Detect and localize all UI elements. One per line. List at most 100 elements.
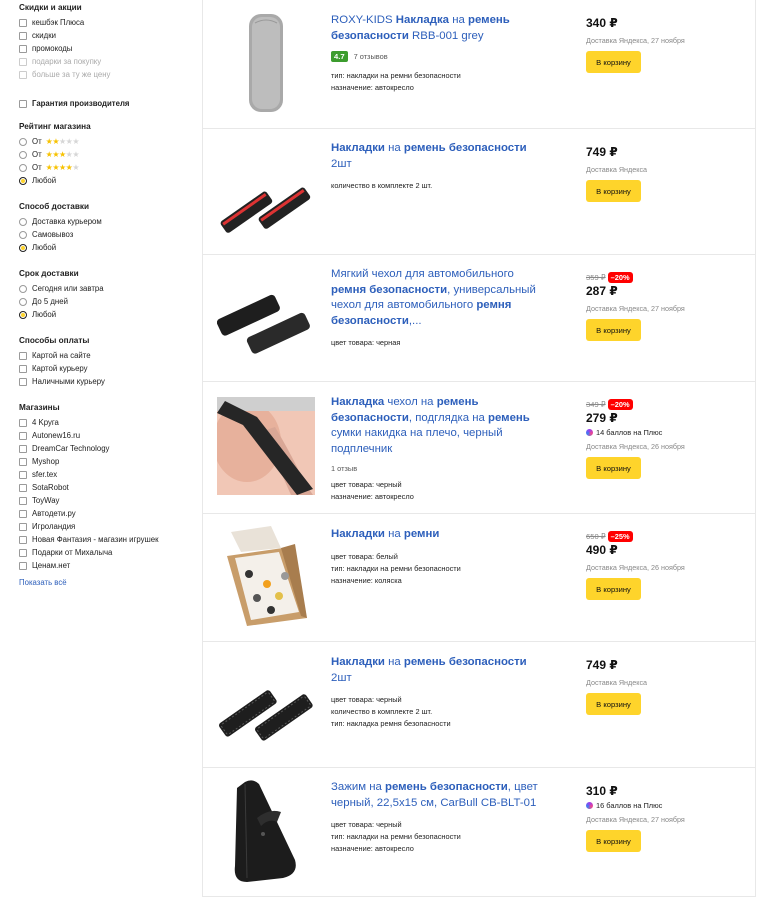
checkbox-box[interactable] <box>19 548 27 557</box>
title-keyword[interactable]: Накладки <box>331 142 385 154</box>
add-to-cart-button[interactable]: В корзину <box>586 693 641 715</box>
title-keyword[interactable]: Накладки <box>331 528 385 540</box>
radio-rating-3[interactable]: От ★★★★★ <box>19 148 199 161</box>
product-title-link[interactable]: Мягкий чехол для автомобильного ремня бе… <box>331 267 546 329</box>
checkbox-box[interactable] <box>19 377 27 386</box>
product-image[interactable] <box>217 654 317 756</box>
add-to-cart-button[interactable]: В корзину <box>586 319 641 341</box>
title-keyword[interactable]: Накладка <box>396 14 449 26</box>
radio-circle-selected[interactable] <box>19 176 27 185</box>
product-image[interactable] <box>217 11 317 115</box>
title-text[interactable]: на <box>385 528 404 540</box>
radio-rating-any[interactable]: Любой <box>19 174 199 187</box>
radio-today-tomorrow[interactable]: Сегодня или завтра <box>19 282 199 295</box>
add-to-cart-button[interactable]: В корзину <box>586 457 641 479</box>
radio-rating-2[interactable]: От ★★★★★ <box>19 135 199 148</box>
checkbox-shop[interactable]: sfer.tex <box>19 468 199 481</box>
product-image[interactable] <box>217 267 317 369</box>
checkbox-shop[interactable]: Myshop <box>19 455 199 468</box>
radio-circle-selected[interactable] <box>19 243 27 252</box>
product-title-link[interactable]: Накладки на ремни <box>331 527 546 543</box>
radio-circle[interactable] <box>19 163 27 172</box>
reviews-count-link[interactable]: 1 отзыв <box>331 464 546 473</box>
title-text[interactable]: на <box>385 142 404 154</box>
checkbox-cashback[interactable]: кешбэк Плюса <box>19 16 199 29</box>
title-keyword[interactable]: ремни <box>404 528 439 540</box>
radio-pickup[interactable]: Самовывоз <box>19 228 199 241</box>
radio-circle[interactable] <box>19 297 27 306</box>
title-text[interactable]: чехол на <box>384 396 436 408</box>
radio-circle[interactable] <box>19 217 27 226</box>
title-text[interactable]: RBB-001 grey <box>409 30 484 42</box>
radio-circle[interactable] <box>19 230 27 239</box>
title-keyword[interactable]: ремень <box>488 412 530 424</box>
checkbox-box[interactable] <box>19 509 27 518</box>
title-keyword[interactable]: ремень безопасности <box>404 656 527 668</box>
checkbox-box[interactable] <box>19 535 27 544</box>
checkbox-box[interactable] <box>19 418 27 427</box>
checkbox-shop[interactable]: DreamCar Technology <box>19 442 199 455</box>
checkbox-shop[interactable]: Автодети.ру <box>19 507 199 520</box>
title-text[interactable]: 2шт <box>331 158 352 170</box>
checkbox-warranty[interactable]: Гарантия производителя <box>19 97 199 110</box>
title-text[interactable]: 2шт <box>331 672 352 684</box>
title-text[interactable]: Зажим на <box>331 781 385 793</box>
add-to-cart-button[interactable]: В корзину <box>586 180 641 202</box>
product-image[interactable] <box>217 141 317 243</box>
add-to-cart-button[interactable]: В корзину <box>586 51 641 73</box>
product-title-link[interactable]: Накладки на ремень безопасности 2шт <box>331 141 546 172</box>
product-title-link[interactable]: Зажим на ремень безопасности, цвет черны… <box>331 780 546 811</box>
checkbox-box[interactable] <box>19 351 27 360</box>
radio-delivery-any[interactable]: Любой <box>19 241 199 254</box>
product-image[interactable] <box>217 778 317 884</box>
checkbox-shop[interactable]: Autonew16.ru <box>19 429 199 442</box>
title-keyword[interactable]: ремень безопасности <box>404 142 527 154</box>
checkbox-box[interactable] <box>19 457 27 466</box>
title-text[interactable]: Мягкий чехол для автомобильного <box>331 268 514 280</box>
checkbox-box[interactable] <box>19 561 27 570</box>
checkbox-shop[interactable]: Ценам.нет <box>19 559 199 572</box>
checkbox-shop[interactable]: ToyWay <box>19 494 199 507</box>
checkbox-box[interactable] <box>19 431 27 440</box>
checkbox-shop[interactable]: Игроландия <box>19 520 199 533</box>
title-keyword[interactable]: Накладка <box>331 396 384 408</box>
checkbox-box[interactable] <box>19 483 27 492</box>
radio-circle[interactable] <box>19 137 27 146</box>
product-title-link[interactable]: Накладка чехол на ремень безопасности, п… <box>331 395 546 457</box>
checkbox-shop[interactable]: Новая Фантазия - магазин игрушек <box>19 533 199 546</box>
title-keyword[interactable]: Накладки <box>331 656 385 668</box>
checkbox-shop[interactable]: 4 Kруга <box>19 416 199 429</box>
radio-5-days[interactable]: До 5 дней <box>19 295 199 308</box>
add-to-cart-button[interactable]: В корзину <box>586 578 641 600</box>
title-text[interactable]: ,... <box>409 315 422 327</box>
checkbox-box[interactable] <box>19 444 27 453</box>
checkbox-box[interactable] <box>19 364 27 373</box>
radio-circle-selected[interactable] <box>19 310 27 319</box>
checkbox-shop[interactable]: SotaRobot <box>19 481 199 494</box>
title-text[interactable]: , подглядка на <box>409 412 488 424</box>
checkbox-card-online[interactable]: Картой на сайте <box>19 349 199 362</box>
checkbox-box[interactable] <box>19 496 27 505</box>
checkbox-box[interactable] <box>19 99 27 108</box>
product-title-link[interactable]: ROXY-KIDS Накладка на ремень безопасност… <box>331 13 546 44</box>
radio-rating-4[interactable]: От ★★★★★ <box>19 161 199 174</box>
checkbox-promocodes[interactable]: промокоды <box>19 42 199 55</box>
checkbox-discounts[interactable]: скидки <box>19 29 199 42</box>
title-text[interactable]: сумки накидка на плечо, черный подплечни… <box>331 427 503 455</box>
title-text[interactable]: на <box>449 14 468 26</box>
title-keyword[interactable]: ремня безопасности <box>331 284 447 296</box>
radio-circle[interactable] <box>19 150 27 159</box>
checkbox-box[interactable] <box>19 18 27 27</box>
title-text[interactable]: на <box>385 656 404 668</box>
show-all-shops-link[interactable]: Показать всё <box>19 578 67 587</box>
radio-courier[interactable]: Доставка курьером <box>19 215 199 228</box>
checkbox-box[interactable] <box>19 31 27 40</box>
product-title-link[interactable]: Накладки на ремень безопасности 2шт <box>331 655 546 686</box>
title-keyword[interactable]: ремень безопасности <box>385 781 508 793</box>
reviews-count-link[interactable]: 7 отзывов <box>354 52 388 61</box>
checkbox-shop[interactable]: Подарки от Михалыча <box>19 546 199 559</box>
checkbox-box[interactable] <box>19 470 27 479</box>
radio-circle[interactable] <box>19 284 27 293</box>
checkbox-cash-courier[interactable]: Наличными курьеру <box>19 375 199 388</box>
checkbox-card-courier[interactable]: Картой курьеру <box>19 362 199 375</box>
